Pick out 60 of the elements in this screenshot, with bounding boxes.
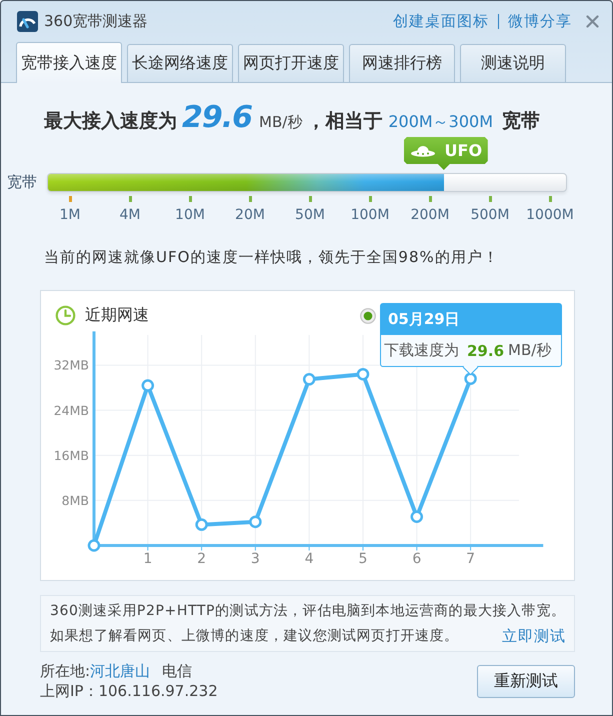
speedometer-icon — [17, 10, 38, 32]
bandwidth-label: 宽带 — [502, 109, 540, 134]
scale-label: 1000M — [526, 206, 574, 224]
y-axis-label: 32MB — [54, 358, 89, 373]
tooltip-label: 下载速度为 — [384, 341, 459, 360]
data-point — [195, 518, 208, 531]
close-icon[interactable] — [586, 14, 599, 28]
tooltip-value: 29.6 — [467, 342, 504, 360]
speed-label: 最大接入速度为 — [44, 109, 177, 134]
info-text: 360测速采用P2P+HTTP的测试方法，评估电脑到本地运营商的最大接入带宽。 — [50, 603, 566, 619]
speed-value: 29.6 — [182, 100, 252, 135]
tab[interactable]: 网速排行榜 — [349, 44, 455, 82]
scale-label: 100M — [350, 206, 390, 224]
y-axis-label: 24MB — [54, 402, 89, 418]
retest-button[interactable]: 重新测试 — [477, 665, 575, 698]
y-axis-label: 16MB — [54, 448, 89, 463]
scale-label: 4M — [120, 206, 140, 224]
scale-label: 200M — [410, 206, 450, 224]
scale-label: 1M — [60, 206, 80, 224]
x-axis-label: 4 — [304, 551, 314, 567]
data-point — [302, 373, 316, 386]
isp-name: 电信 — [162, 661, 192, 681]
data-point — [249, 516, 262, 528]
clock-icon — [55, 305, 76, 326]
scale-label: 10M — [175, 206, 205, 224]
tab[interactable]: 宽带接入速度 — [16, 42, 122, 83]
ufo-icon — [410, 144, 436, 157]
x-axis-label: 7 — [466, 551, 476, 567]
data-point — [88, 539, 100, 552]
data-point — [142, 379, 154, 392]
tooltip-unit: MB/秒 — [508, 341, 552, 360]
window-title: 360宽带测速器 — [44, 12, 148, 30]
speed-comment: 当前的网速就像UFO的速度一样快哦，领先于全国98%的用户！ — [44, 247, 499, 267]
location-label: 所在地: — [40, 661, 90, 681]
info-text: 如果想了解看网页、上微博的速度，建议您测试网页打开速度。 — [50, 627, 459, 646]
data-point — [356, 368, 370, 380]
comparison-label: ，相当于 — [306, 109, 382, 134]
x-axis-label: 2 — [197, 551, 206, 567]
data-point — [410, 510, 424, 524]
chart-title: 近期网速 — [85, 305, 149, 326]
tooltip-date: 05月29日 — [381, 304, 561, 335]
x-axis-label: 6 — [412, 551, 422, 567]
tab[interactable]: 长途网络速度 — [127, 44, 233, 82]
meter-label: 宽带 — [7, 173, 38, 192]
tab[interactable]: 测速说明 — [460, 44, 566, 82]
tab[interactable]: 网页打开速度 — [238, 44, 344, 82]
speed-unit: MB/秒 — [259, 113, 302, 132]
ip-address: 上网IP：106.116.97.232 — [40, 681, 218, 701]
x-axis-label: 3 — [250, 551, 260, 567]
y-axis-label: 8MB — [62, 492, 89, 508]
ufo-badge: UFO — [404, 137, 488, 170]
x-axis-label: 1 — [143, 551, 152, 567]
test-now-link[interactable]: 立即测试 — [502, 627, 566, 646]
legend-marker-icon — [360, 308, 376, 324]
scale-label: 500M — [470, 206, 510, 224]
scale-label: 50M — [295, 206, 325, 224]
location-link[interactable]: 河北唐山 — [90, 661, 150, 681]
scale-label: 20M — [235, 206, 265, 224]
bandwidth-range: 200M～300M — [388, 112, 494, 133]
x-axis-label: 5 — [358, 551, 368, 567]
